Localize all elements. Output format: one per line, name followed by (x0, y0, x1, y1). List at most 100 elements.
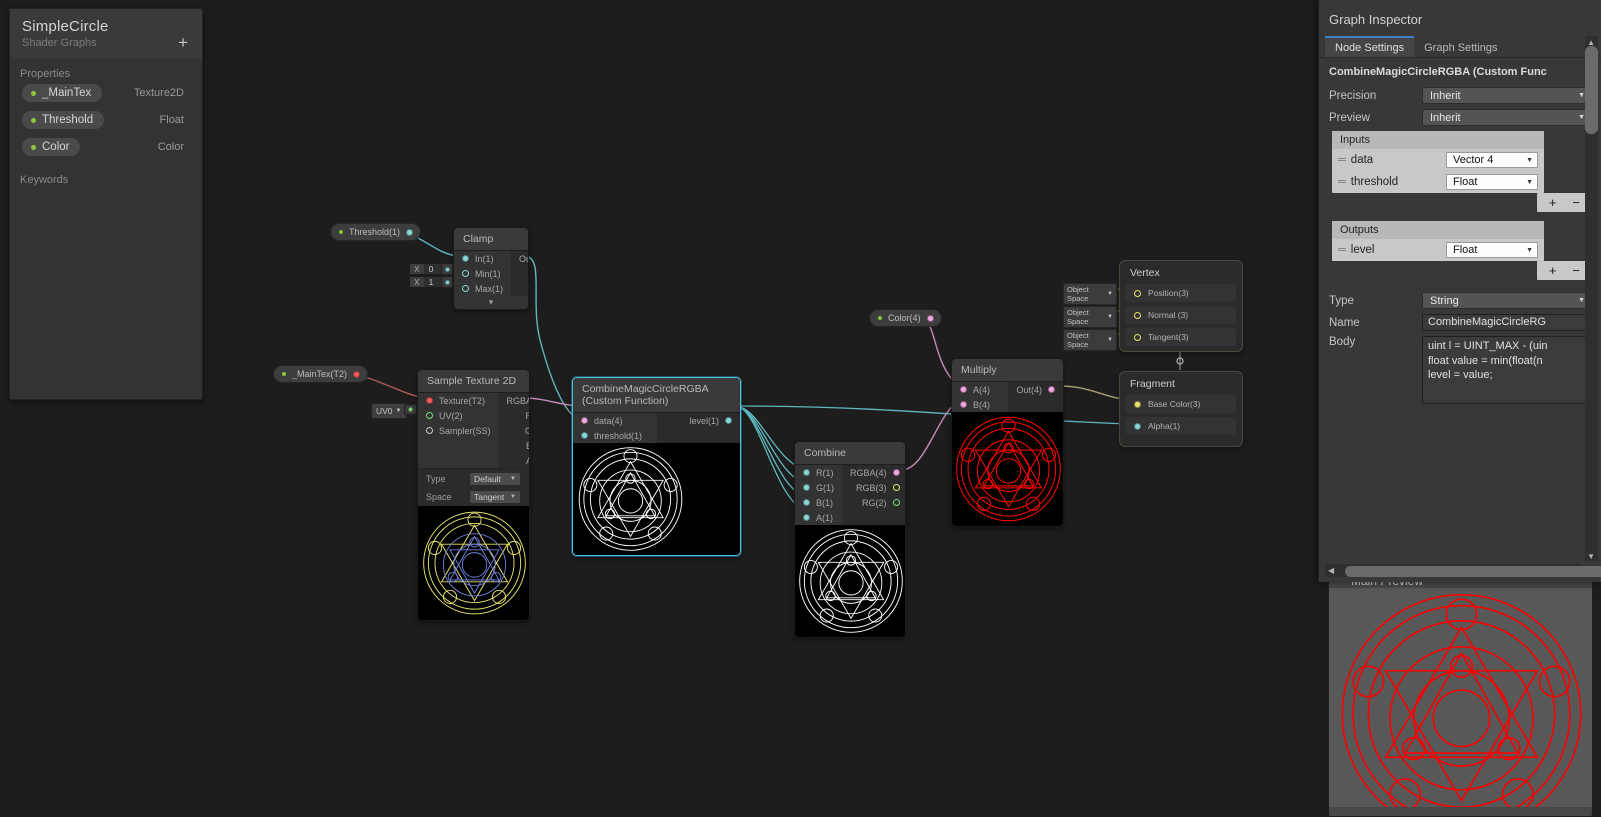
port-rgb[interactable]: RGB(3) (842, 480, 905, 495)
precision-dropdown[interactable]: Inherit ▼ (1422, 87, 1591, 104)
inputs-addremove-box[interactable]: + − (1536, 193, 1592, 212)
space-dropdown[interactable]: Tangent ▼ (469, 490, 521, 504)
type-dropdown[interactable]: String ▼ (1422, 292, 1591, 309)
scroll-left-arrow-icon[interactable]: ◀ (1328, 566, 1334, 575)
output-slot-level[interactable]: ═ level Float ▼ (1332, 239, 1544, 261)
input-slot-type-dropdown[interactable]: Vector 4 ▼ (1446, 152, 1538, 168)
port-label: Out(4) (1016, 384, 1042, 395)
inspector-vertical-scroll-thumb[interactable] (1585, 46, 1598, 134)
body-input[interactable]: uint l = UINT_MAX - (uin float value = m… (1422, 336, 1591, 404)
input-slot-name[interactable]: data (1351, 154, 1440, 166)
blackboard-panel[interactable]: SimpleCircle Shader Graphs + Properties … (9, 8, 203, 400)
output-port-dot[interactable] (353, 370, 361, 378)
stack-row-alpha[interactable]: Alpha(1) (1126, 417, 1236, 435)
drag-handle-icon[interactable]: ═ (1338, 244, 1346, 256)
port-uv[interactable]: UV(2) (418, 408, 499, 423)
scroll-down-arrow-icon[interactable]: ▼ (1587, 552, 1595, 561)
vertex-position-space-dropdown[interactable]: Object Space ▼ (1063, 283, 1117, 305)
port-r[interactable]: R(1) (499, 408, 529, 423)
type-dropdown[interactable]: Default ▼ (469, 472, 521, 486)
type-row[interactable]: Type Default ▼ (418, 468, 529, 488)
output-slot-type-dropdown[interactable]: Float ▼ (1446, 242, 1538, 258)
uv-port-box[interactable] (404, 404, 417, 415)
port-b[interactable]: B(1) (499, 438, 529, 453)
node-multiply[interactable]: Multiply A(4) B(4) Out(4) (951, 358, 1064, 527)
port-out[interactable]: Out(1) (511, 251, 528, 266)
scroll-up-arrow-icon[interactable]: ▲ (1587, 38, 1595, 47)
property-pill[interactable]: Threshold (22, 111, 105, 129)
node-collapse-toggle[interactable]: ▾ (454, 296, 528, 309)
port-label: UV(2) (439, 410, 463, 421)
property-row-color[interactable]: Color Color (22, 138, 190, 156)
drag-handle-icon[interactable]: ═ (1338, 154, 1346, 166)
space-row[interactable]: Space Tangent ▼ (418, 488, 529, 506)
node-title: Combine (795, 442, 905, 465)
port-in[interactable]: In(1) (454, 251, 511, 266)
inspector-horizontal-scroll-thumb[interactable] (1345, 566, 1601, 577)
main-preview-panel[interactable]: Main Preview (1328, 568, 1593, 817)
input-slot-data[interactable]: ═ data Vector 4 ▼ (1332, 149, 1544, 171)
graph-inspector-panel[interactable]: Graph Inspector Node Settings Graph Sett… (1318, 0, 1601, 582)
property-node-maintex[interactable]: _MainTex(T2) (273, 365, 369, 383)
port-threshold[interactable]: threshold(1) (573, 428, 657, 443)
port-texture[interactable]: Texture(T2) (418, 393, 499, 408)
port-g[interactable]: G(1) (795, 480, 842, 495)
port-level[interactable]: level(1) (657, 413, 741, 428)
tab-graph-settings[interactable]: Graph Settings (1414, 36, 1507, 57)
stack-row-tangent[interactable]: Tangent(3) (1126, 328, 1236, 346)
stack-row-normal[interactable]: Normal (3) (1126, 306, 1236, 324)
uv-channel-dropdown[interactable]: UV0 ▼ (371, 403, 407, 419)
property-pill[interactable]: Color (22, 138, 81, 156)
input-slot-threshold[interactable]: ═ threshold Float ▼ (1332, 171, 1544, 193)
clamp-max-port-box[interactable] (441, 276, 453, 288)
port-min[interactable]: Min(1) (454, 266, 511, 281)
drag-handle-icon[interactable]: ═ (1338, 176, 1346, 188)
input-slot-type-dropdown[interactable]: Float ▼ (1446, 174, 1538, 190)
add-output-button[interactable]: + (1549, 263, 1557, 278)
vertex-normal-space-dropdown[interactable]: Object Space ▼ (1063, 306, 1117, 328)
tab-node-settings[interactable]: Node Settings (1325, 36, 1415, 57)
node-sample-texture-2d[interactable]: Sample Texture 2D Texture(T2) UV(2) Samp… (417, 369, 530, 621)
property-row-threshold[interactable]: Threshold Float (22, 111, 190, 129)
property-pill[interactable]: _MainTex (22, 84, 103, 102)
node-custom-function-combinemagiccirclergba[interactable]: CombineMagicCircleRGBA (Custom Function)… (572, 377, 741, 556)
property-row-maintex[interactable]: _MainTex Texture2D (22, 84, 190, 102)
add-property-button[interactable]: + (176, 34, 190, 51)
remove-output-button[interactable]: − (1572, 263, 1580, 278)
property-node-threshold[interactable]: Threshold(1) (330, 223, 422, 241)
output-port-dot[interactable] (926, 314, 934, 322)
port-max[interactable]: Max(1) (454, 281, 511, 296)
port-data[interactable]: data(4) (573, 413, 657, 428)
port-sampler[interactable]: Sampler(SS) (418, 423, 499, 438)
stack-row-position[interactable]: Position(3) (1126, 284, 1236, 302)
vertex-tangent-space-dropdown[interactable]: Object Space ▼ (1063, 329, 1117, 351)
name-input[interactable]: CombineMagicCircleRG (1422, 314, 1591, 331)
remove-input-button[interactable]: − (1572, 195, 1580, 210)
port-b[interactable]: B(4) (952, 397, 1008, 412)
port-r[interactable]: R(1) (795, 465, 842, 480)
clamp-min-port-box[interactable] (441, 263, 453, 275)
port-a[interactable]: A(4) (952, 382, 1008, 397)
node-title: CombineMagicCircleRGBA (Custom Function) (573, 378, 740, 413)
port-out[interactable]: Out(4) (1008, 382, 1064, 397)
node-fragment-block[interactable]: Fragment Base Color(3) Alpha(1) (1119, 371, 1243, 447)
port-a[interactable]: A(1) (499, 453, 529, 468)
node-vertex-block[interactable]: Vertex Position(3) Normal (3) Tangent(3) (1119, 260, 1243, 352)
port-g[interactable]: G(1) (499, 423, 529, 438)
output-slot-name[interactable]: level (1351, 244, 1440, 256)
outputs-addremove-box[interactable]: + − (1536, 261, 1592, 280)
main-preview-image[interactable] (1329, 588, 1592, 807)
port-a[interactable]: A(1) (795, 510, 842, 525)
port-rg[interactable]: RG(2) (842, 495, 905, 510)
node-combine[interactable]: Combine R(1) G(1) B(1) A(1) RGBA(4) RGB(… (794, 441, 906, 638)
stack-row-base-color[interactable]: Base Color(3) (1126, 395, 1236, 413)
node-clamp[interactable]: Clamp In(1) Min(1) Max(1) Out(1) ▾ (453, 227, 529, 310)
port-rgba[interactable]: RGBA(4) (499, 393, 529, 408)
input-slot-name[interactable]: threshold (1351, 176, 1440, 188)
preview-dropdown[interactable]: Inherit ▼ (1422, 109, 1591, 126)
port-b[interactable]: B(1) (795, 495, 842, 510)
add-input-button[interactable]: + (1549, 195, 1557, 210)
output-port-dot[interactable] (406, 228, 414, 236)
port-rgba[interactable]: RGBA(4) (842, 465, 905, 480)
property-node-color[interactable]: Color(4) (869, 309, 942, 327)
